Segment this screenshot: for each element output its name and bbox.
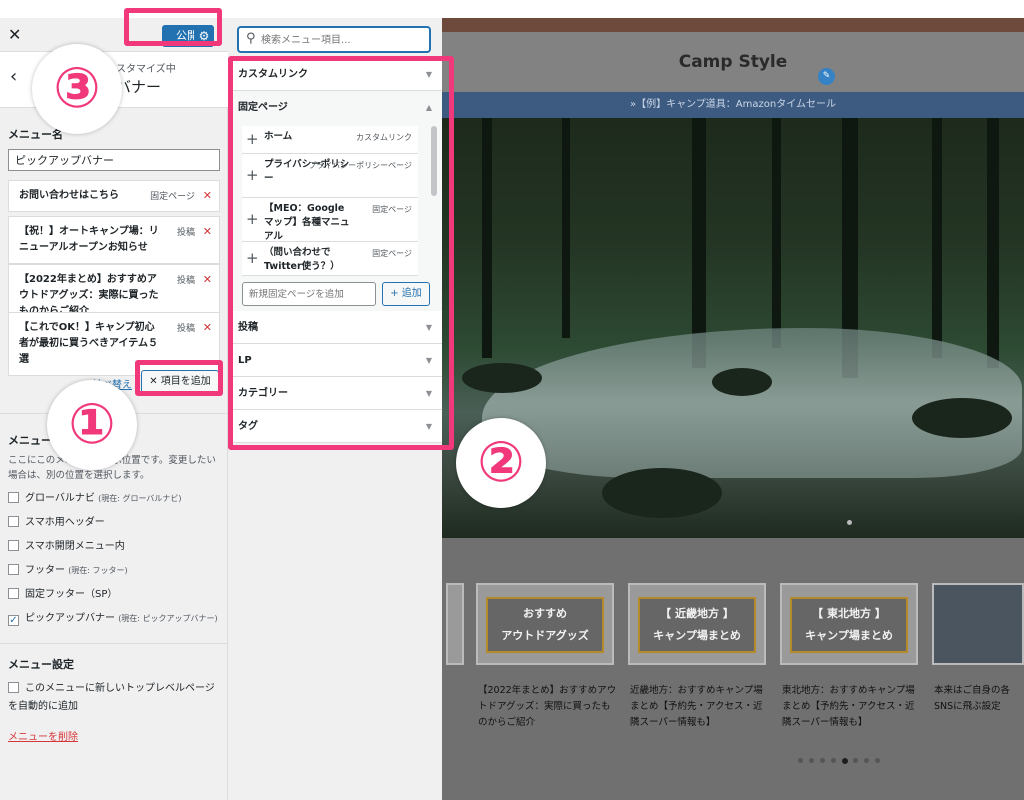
pagination-dot[interactable] [853,758,858,763]
search-box[interactable]: ⚲ [238,27,430,52]
banner-card-partial[interactable] [446,583,464,665]
banner-card-label: おすすめ アウトドアグッズ [486,597,604,653]
location-checkbox-row[interactable]: グローバルナビ (現在: グローバルナビ) [8,492,182,506]
location-label: スマホ開閉メニュー内 [25,541,125,552]
pagination-dot[interactable] [798,758,803,763]
pagination-dot[interactable] [831,758,836,763]
section-title: バナー [116,78,162,96]
delete-menu-link[interactable]: メニューを削除 [8,728,78,743]
menu-item-type: 投稿 [176,324,195,334]
location-note: (現在: ピックアップバナー) [118,614,218,623]
close-icon[interactable]: ✕ [8,25,21,45]
menu-name-input[interactable] [8,149,220,171]
tree-trunk [932,118,942,358]
remove-icon[interactable]: ✕ [203,272,212,288]
banner-card-caption[interactable]: 東北地方：おすすめキャンプ場まとめ【予約先・アクセス・近隣スーパー情報も】 [782,683,924,731]
banner-card-sns[interactable] [932,583,1024,665]
location-label: 固定フッター（SP） [25,589,118,600]
search-icon: ⚲ [246,31,256,46]
edit-pencil-icon[interactable]: ✎ [818,68,835,85]
remove-icon[interactable]: ✕ [203,224,212,240]
banner-card-label: 【 近畿地方 】キャンプ場まとめ [638,597,756,653]
search-input[interactable] [261,31,421,49]
highlight-add-items [135,360,223,396]
tree-trunk [772,118,781,348]
banner-card-caption[interactable]: 本来はご自身の各SNSに飛ぶ設定 [934,683,1022,715]
location-note: (現在: グローバルナビ) [98,494,182,503]
banner-card[interactable]: 【 近畿地方 】キャンプ場まとめ [628,583,766,665]
location-label: ピックアップバナー [25,613,115,624]
remove-icon[interactable]: ✕ [203,320,212,336]
menu-item[interactable]: 【祝！】オートキャンプ場：リニューアルオープンお知らせ 投稿 ✕ [8,216,220,264]
menu-item-title: お問い合わせはこちら [19,190,119,201]
tree-trunk [692,118,706,368]
checkbox[interactable] [8,540,19,551]
badge-1: ① [47,380,137,470]
location-label: グローバルナビ [25,493,95,504]
pagination-dot[interactable] [820,758,825,763]
banner-card[interactable]: 【 東北地方 】キャンプ場まとめ [780,583,918,665]
pagination-dot[interactable] [809,758,814,763]
highlight-publish [124,8,222,46]
rock [712,368,772,396]
highlight-add-panel [228,56,454,450]
badge-3: ③ [32,44,122,134]
menu-item-title: 【祝！】オートキャンプ場：リニューアルオープンお知らせ [19,226,159,253]
auto-add-label: このメニューに新しいトップレベルページを自動的に追加 [8,683,215,712]
rock [912,398,1012,438]
notice-bar[interactable]: »【例】キャンプ道具：Amazonタイムセール [442,92,1024,118]
location-note: (現在: フッター) [68,566,128,575]
location-label: フッター [25,565,65,576]
checkbox[interactable] [8,588,19,599]
tree-trunk [482,118,492,358]
menu-item[interactable]: お問い合わせはこちら 固定ページ ✕ [8,180,220,212]
tree-trunk [987,118,999,368]
banner-card-label: 【 東北地方 】キャンプ場まとめ [790,597,908,653]
banner-card[interactable]: おすすめ アウトドアグッズ [476,583,614,665]
menu-item-type: 投稿 [176,276,195,286]
checkbox[interactable] [8,682,19,693]
site-title[interactable]: Camp Style [442,52,1024,72]
pagination-dot[interactable] [875,758,880,763]
customizing-label: スタマイズ中 [116,64,176,75]
checkbox[interactable] [8,492,19,503]
slider-dot[interactable] [847,520,852,525]
remove-icon[interactable]: ✕ [203,188,212,204]
rock [462,363,542,393]
badge-2: ② [456,418,546,508]
site-preview: Camp Style ✎ »【例】キャンプ道具：Amazonタイムセール おすす… [442,18,1024,800]
menu-item-type: 固定ページ [150,192,195,202]
divider [0,643,228,644]
location-checkbox-row[interactable]: ✓ ピックアップバナー (現在: ピックアップバナー) [8,612,218,626]
site-header: Camp Style [442,32,1024,92]
pagination-dot[interactable] [864,758,869,763]
checkbox[interactable] [8,564,19,575]
menu-settings-label: メニュー設定 [8,658,74,671]
location-checkbox-row[interactable]: フッター (現在: フッター) [8,564,128,578]
location-checkbox-row[interactable]: 固定フッター（SP） [8,588,117,602]
preview-top-bar [442,18,1024,32]
pickup-banner-area [442,538,1024,800]
location-checkbox-row[interactable]: スマホ開閉メニュー内 [8,540,125,554]
banner-card-caption[interactable]: 【2022年まとめ】おすすめアウトドアグッズ：実際に買ったものからご紹介 [478,683,620,731]
banner-card-caption[interactable]: 近畿地方：おすすめキャンプ場まとめ【予約先・アクセス・近隣スーパー情報も】 [630,683,772,731]
back-chevron-icon[interactable]: ‹ [10,66,17,87]
auto-add-checkbox-row[interactable]: このメニューに新しいトップレベルページを自動的に追加 [8,680,220,716]
location-label: スマホ用ヘッダー [25,517,105,528]
tree-trunk [562,118,570,338]
rock [602,468,722,518]
pagination-dot[interactable] [842,758,848,764]
menu-item-type: 投稿 [176,228,195,238]
checkbox[interactable] [8,516,19,527]
checkbox-checked[interactable]: ✓ [8,615,19,626]
location-checkbox-row[interactable]: スマホ用ヘッダー [8,516,105,530]
